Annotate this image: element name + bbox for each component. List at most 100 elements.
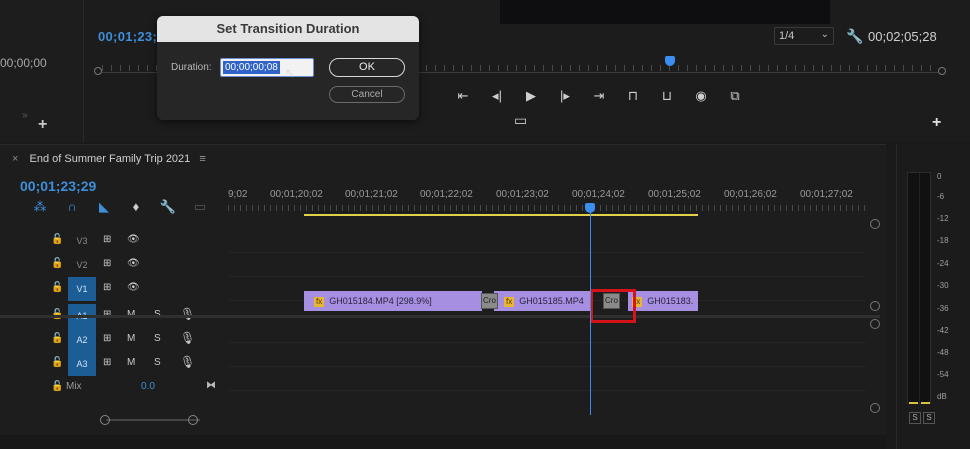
settings-wrench-icon[interactable]: 🔧 xyxy=(846,28,863,45)
timeline-settings-wrench-icon[interactable]: 🔧 xyxy=(152,199,184,215)
eye-icon[interactable]: 👁 xyxy=(127,234,140,245)
work-area-bar[interactable] xyxy=(304,214,698,216)
go-to-out-icon[interactable]: ⇥ xyxy=(582,88,616,108)
resolution-select[interactable]: 1/4 ⌄ xyxy=(774,27,834,45)
scroll-handle[interactable] xyxy=(870,219,880,229)
clip-gh015184[interactable]: fx GH015184.MP4 [298.9%] xyxy=(304,291,482,311)
clip-gh015185[interactable]: fx GH015185.MP4 xyxy=(494,291,592,311)
close-icon[interactable]: × xyxy=(12,153,18,165)
video-preview xyxy=(500,0,830,24)
clip-gh015183[interactable]: fx GH015183. xyxy=(628,291,698,311)
nest-sequence-icon[interactable]: ⁂ xyxy=(24,199,56,215)
track-row-v2[interactable] xyxy=(228,253,866,277)
extract-icon[interactable]: ⊔ xyxy=(650,88,684,108)
microphone-icon[interactable]: 🎙 xyxy=(180,331,195,345)
microphone-icon[interactable]: 🎙 xyxy=(180,307,195,321)
mix-value[interactable]: 0.0 xyxy=(141,381,155,392)
lock-icon[interactable]: 🔓 xyxy=(51,258,63,269)
lock-icon[interactable]: 🔓 xyxy=(51,357,63,368)
track-row-a2[interactable] xyxy=(228,343,866,367)
scale-label: -42 xyxy=(937,326,949,335)
sync-lock-icon[interactable]: ⊞ xyxy=(103,282,111,293)
hamburger-menu-icon[interactable]: ≡ xyxy=(199,153,205,165)
mix-label: Mix xyxy=(66,381,82,392)
track-name[interactable]: A3 xyxy=(68,352,96,376)
scroll-handle[interactable] xyxy=(870,319,880,329)
solo-button[interactable]: S xyxy=(154,357,161,368)
track-name[interactable]: V3 xyxy=(68,229,96,253)
lock-icon[interactable]: 🔓 xyxy=(51,333,63,344)
sync-lock-icon[interactable]: ⊞ xyxy=(103,234,111,245)
solo-left-button[interactable]: S xyxy=(909,412,921,424)
source-add-button[interactable]: + xyxy=(38,116,47,134)
sync-lock-icon[interactable]: ⊞ xyxy=(103,333,111,344)
linked-selection-icon[interactable]: ◣ xyxy=(88,199,120,215)
eye-icon[interactable]: 👁 xyxy=(127,282,140,293)
meter-separator xyxy=(919,173,920,403)
scroll-handle[interactable] xyxy=(870,301,880,311)
transition-cross-dissolve[interactable]: Cro xyxy=(481,293,498,309)
timeline-ruler[interactable]: 9;02 00;01;20;02 00;01;21;02 00;01;22;02… xyxy=(228,183,866,223)
program-playhead[interactable] xyxy=(665,56,675,66)
scroll-handle[interactable] xyxy=(870,403,880,413)
horizontal-scrollbar[interactable] xyxy=(14,415,876,425)
sync-lock-icon[interactable]: ⊞ xyxy=(103,258,111,269)
video-audio-divider[interactable] xyxy=(0,315,880,318)
ruler-label: 00;01;22;02 xyxy=(420,189,473,200)
collapse-icon[interactable]: ⧓ xyxy=(206,380,216,391)
captions-icon[interactable]: ▭ xyxy=(184,199,216,215)
track-name[interactable]: A2 xyxy=(68,328,96,352)
add-marker-icon[interactable]: ♦ xyxy=(120,199,152,215)
step-forward-icon[interactable]: |▸ xyxy=(548,88,582,108)
play-icon[interactable]: ▶ xyxy=(514,88,548,108)
ruler-label: 00;01;25;02 xyxy=(648,189,701,200)
scrub-end-handle[interactable] xyxy=(938,67,946,75)
scale-label: dB xyxy=(937,392,947,401)
lock-icon[interactable]: 🔓 xyxy=(51,381,63,392)
go-to-in-icon[interactable]: ⇤ xyxy=(446,88,480,108)
scroll-handle[interactable] xyxy=(100,415,110,425)
track-row-a3[interactable] xyxy=(228,367,866,391)
cancel-button[interactable]: Cancel xyxy=(329,86,405,103)
comparison-view-icon[interactable]: ⧉ xyxy=(718,88,752,108)
solo-button[interactable]: S xyxy=(154,333,161,344)
scale-label: -36 xyxy=(937,304,949,313)
snap-magnet-icon[interactable]: ∩ xyxy=(56,199,88,215)
solo-right-button[interactable]: S xyxy=(923,412,935,424)
ok-button[interactable]: OK xyxy=(329,58,405,77)
camera-icon[interactable]: ◉ xyxy=(684,88,718,108)
meter-level-left xyxy=(909,402,918,404)
safe-margins-icon[interactable]: ▭ xyxy=(514,112,527,129)
scale-label: -18 xyxy=(937,236,949,245)
duration-input[interactable]: 00;00;00;08 xyxy=(220,58,314,77)
mute-button[interactable]: M xyxy=(127,357,135,368)
track-headers: 🔓 V3 ⊞ 👁 🔓 V2 ⊞ 👁 🔓 V1 ⊞ 👁 🔓 A1 ⊞ M S 🎙 … xyxy=(0,229,228,409)
track-row-v3[interactable] xyxy=(228,229,866,253)
timeline-timecode[interactable]: 00;01;23;29 xyxy=(20,178,96,194)
scrub-start-handle[interactable] xyxy=(94,67,102,75)
program-timecode[interactable]: 00;01;23; xyxy=(98,29,157,44)
program-add-button[interactable]: + xyxy=(932,114,941,132)
sync-lock-icon[interactable]: ⊞ xyxy=(103,357,111,368)
mute-button[interactable]: M xyxy=(127,333,135,344)
ruler-label: 00;01;21;02 xyxy=(345,189,398,200)
scroll-thumb[interactable] xyxy=(106,419,200,421)
track-row-a1[interactable] xyxy=(228,319,866,343)
scroll-handle[interactable] xyxy=(188,415,198,425)
vertical-scrollbar[interactable] xyxy=(870,219,880,419)
step-back-icon[interactable]: ◂| xyxy=(480,88,514,108)
lock-icon[interactable]: 🔓 xyxy=(51,234,63,245)
lift-icon[interactable]: ⊓ xyxy=(616,88,650,108)
resolution-value: 1/4 xyxy=(779,30,795,42)
lock-icon[interactable]: 🔓 xyxy=(51,282,63,293)
eye-icon[interactable]: 👁 xyxy=(127,258,140,269)
microphone-icon[interactable]: 🎙 xyxy=(180,355,195,369)
chevron-down-icon: ⌄ xyxy=(820,29,829,40)
overflow-chevron-icon[interactable]: » xyxy=(22,110,28,121)
mix-track-header: 🔓 Mix 0.0 ⧓ xyxy=(0,376,228,400)
sequence-tab[interactable]: × End of Summer Family Trip 2021 ≡ xyxy=(12,153,206,165)
track-name[interactable]: V2 xyxy=(68,253,96,277)
track-name[interactable]: V1 xyxy=(68,277,96,301)
source-timecode[interactable]: 00;00;00 xyxy=(0,56,47,70)
sequence-name: End of Summer Family Trip 2021 xyxy=(29,153,191,165)
